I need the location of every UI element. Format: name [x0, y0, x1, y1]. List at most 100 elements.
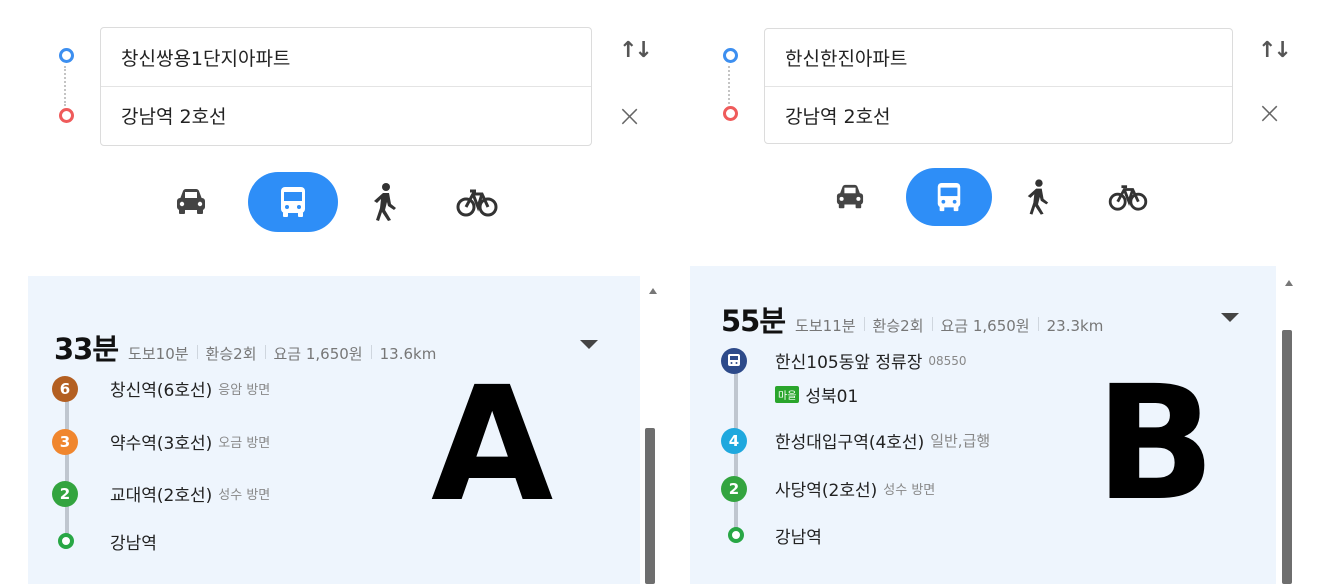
distance: 13.6km	[379, 345, 437, 363]
origin-text: 한신한진아파트	[785, 48, 908, 70]
mode-bike-button[interactable]	[1084, 168, 1172, 226]
destination-text: 강남역 2호선	[785, 105, 891, 128]
step-item: 강남역	[721, 523, 822, 548]
line-2-badge: 2	[52, 481, 78, 507]
bus-type-tag: 마을	[775, 386, 800, 403]
overlay-label: A	[431, 353, 554, 537]
stop-id: 08550	[928, 353, 967, 368]
mode-bike-button[interactable]	[432, 172, 522, 232]
arrival-marker-icon	[58, 533, 74, 549]
route-summary: 33분 도보10분 환승2회 요금 1,650원 13.6km	[54, 326, 436, 368]
overlay-label: B	[1095, 352, 1216, 536]
step-item: 3 약수역(3호선) 오금 방면	[52, 429, 271, 455]
station-name: 창신역(6호선)	[110, 381, 213, 401]
station-name: 교대역(2호선)	[110, 486, 213, 506]
origin-marker-icon	[59, 48, 74, 63]
bus-icon	[281, 187, 305, 217]
transfer-count: 환승2회	[205, 345, 257, 363]
line-2-badge: 2	[721, 476, 747, 502]
scroll-up-icon[interactable]	[649, 288, 657, 294]
route-line	[65, 388, 69, 544]
step-item: 4 한성대입구역(4호선) 일반,급행	[721, 428, 991, 454]
route-connector	[728, 66, 730, 104]
walk-icon	[1027, 179, 1049, 215]
station-name: 한성대입구역(4호선)	[775, 433, 925, 453]
mode-transit-button[interactable]	[906, 168, 992, 226]
step-item: 강남역	[52, 529, 157, 554]
fare: 요금 1,650원	[273, 345, 363, 363]
station-name: 강남역	[775, 528, 822, 548]
car-icon	[836, 184, 864, 209]
mode-car-button[interactable]	[806, 168, 894, 226]
stop-name: 한신105동앞 정류장	[775, 353, 923, 373]
line-4-badge: 4	[721, 428, 747, 454]
route-summary: 55분 도보11분 환승2회 요금 1,650원 23.3km	[721, 298, 1103, 340]
scroll-up-icon[interactable]	[1285, 280, 1293, 286]
route-inputs: 한신한진아파트 강남역 2호선	[764, 28, 1233, 144]
divider	[264, 345, 266, 359]
step-item: 한신105동앞 정류장 08550	[721, 348, 967, 374]
route-panel-a: 창신쌍용1단지아파트 강남역 2호선 ↑↓ × 33분 도보10분 환승2회 요…	[28, 0, 668, 584]
direction: 오금 방면	[218, 436, 271, 451]
fare: 요금 1,650원	[940, 317, 1030, 335]
route-connector	[64, 66, 66, 106]
mode-transit-button[interactable]	[248, 172, 338, 232]
destination-field[interactable]: 강남역 2호선	[765, 86, 1232, 143]
bus-stop-badge-icon	[721, 348, 747, 374]
scrollbar[interactable]	[645, 428, 655, 584]
direction: 일반,급행	[930, 432, 991, 450]
divider	[196, 345, 198, 359]
close-icon[interactable]: ×	[617, 99, 642, 134]
bike-icon	[1108, 185, 1148, 211]
step-item: 2 교대역(2호선) 성수 방면	[52, 481, 271, 507]
swap-icon[interactable]: ↑↓	[1258, 38, 1292, 63]
bus-route-item: 마을 성북01	[775, 382, 858, 407]
origin-text: 창신쌍용1단지아파트	[121, 47, 291, 70]
total-time: 55분	[721, 304, 786, 338]
bike-icon	[456, 189, 498, 217]
destination-marker-icon	[723, 106, 738, 121]
direction: 응암 방면	[218, 383, 271, 398]
mode-walk-button[interactable]	[994, 168, 1082, 226]
station-name: 약수역(3호선)	[110, 434, 213, 454]
transport-mode-bar	[806, 168, 1172, 226]
walk-time: 도보10분	[128, 345, 189, 363]
close-icon[interactable]: ×	[1257, 96, 1282, 131]
route-panel-b: 한신한진아파트 강남역 2호선 ↑↓ × 55분 도보11분 환승2회 요금 1…	[690, 0, 1321, 584]
bus-route: 성북01	[805, 387, 859, 407]
destination-field[interactable]: 강남역 2호선	[101, 86, 591, 144]
bus-icon	[937, 182, 961, 212]
step-item: 6 창신역(6호선) 응암 방면	[52, 376, 271, 402]
total-time: 33분	[54, 332, 119, 366]
origin-marker-icon	[723, 48, 738, 63]
origin-field[interactable]: 창신쌍용1단지아파트	[101, 28, 591, 86]
direction: 성수 방면	[883, 483, 936, 498]
station-name: 강남역	[110, 534, 157, 554]
walk-time: 도보11분	[795, 317, 856, 335]
direction: 성수 방면	[218, 488, 271, 503]
scrollbar[interactable]	[1282, 330, 1292, 584]
caret-down-icon[interactable]	[1221, 313, 1239, 322]
divider	[370, 345, 372, 359]
divider	[863, 317, 865, 331]
station-name: 사당역(2호선)	[775, 481, 878, 501]
arrival-marker-icon	[728, 527, 744, 543]
distance: 23.3km	[1046, 317, 1104, 335]
destination-text: 강남역 2호선	[121, 106, 227, 128]
route-inputs: 창신쌍용1단지아파트 강남역 2호선	[100, 27, 592, 146]
line-6-badge: 6	[52, 376, 78, 402]
step-item: 2 사당역(2호선) 성수 방면	[721, 476, 936, 502]
mode-car-button[interactable]	[146, 172, 236, 232]
caret-down-icon[interactable]	[580, 340, 598, 349]
origin-field[interactable]: 한신한진아파트	[765, 29, 1232, 86]
divider	[1037, 317, 1039, 331]
swap-icon[interactable]: ↑↓	[619, 38, 653, 63]
walk-icon	[374, 183, 396, 221]
transfer-count: 환승2회	[872, 317, 924, 335]
transport-mode-bar	[146, 172, 522, 232]
divider	[931, 317, 933, 331]
car-icon	[177, 189, 205, 214]
destination-marker-icon	[59, 108, 74, 123]
mode-walk-button[interactable]	[340, 172, 430, 232]
line-3-badge: 3	[52, 429, 78, 455]
